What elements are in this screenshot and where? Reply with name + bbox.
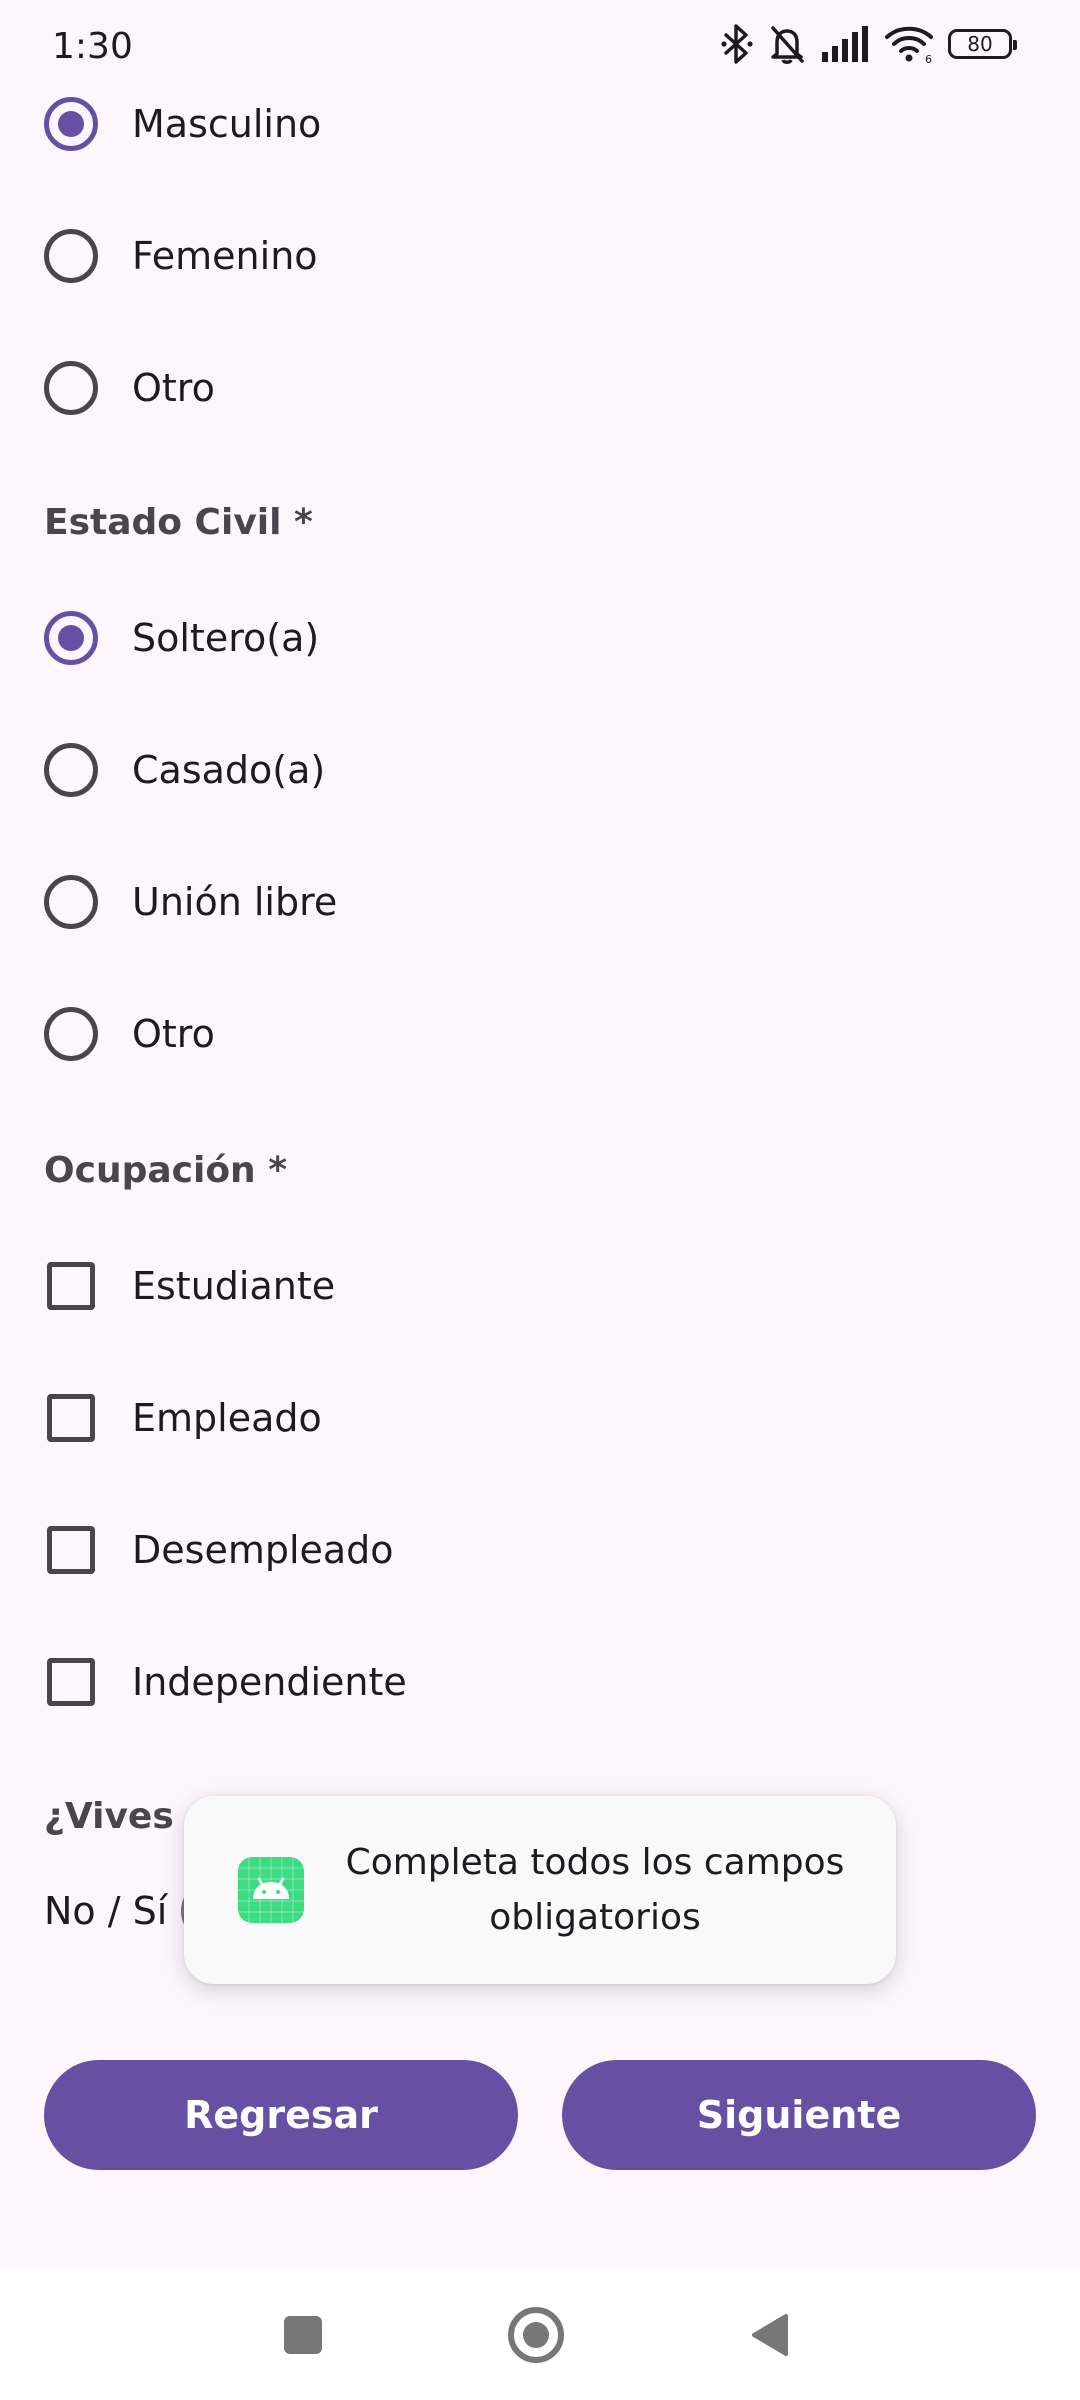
radio-option-soltero[interactable]: Soltero(a) <box>44 588 319 688</box>
option-label: Independiente <box>132 1660 407 1704</box>
toast-message: Completa todos los campos obligatorios <box>345 1842 845 1938</box>
signal-icon <box>820 24 870 64</box>
radio-option-casado[interactable]: Casado(a) <box>44 720 325 820</box>
option-label: Unión libre <box>132 880 338 924</box>
option-label: Otro <box>132 1012 215 1056</box>
radio-option-femenino[interactable]: Femenino <box>44 206 318 306</box>
battery-level: 80 <box>967 32 993 56</box>
toast: Completa todos los campos obligatorios <box>184 1796 896 1984</box>
status-icons: 6 80 <box>720 24 1017 64</box>
switch-label: No / Sí <box>44 1889 168 1933</box>
checkbox-option-empleado[interactable]: Empleado <box>44 1368 322 1468</box>
option-label: Casado(a) <box>132 748 326 792</box>
android-app-icon <box>238 1857 304 1923</box>
option-label: Estudiante <box>132 1264 336 1308</box>
radio-option-otro-genero[interactable]: Otro <box>44 338 215 438</box>
radio-button[interactable] <box>44 875 98 929</box>
radio-button[interactable] <box>44 743 98 797</box>
section-title-estado-civil: Estado Civil * <box>44 502 313 543</box>
option-label: Soltero(a) <box>132 616 320 660</box>
radio-option-union-libre[interactable]: Unión libre <box>44 852 337 952</box>
option-label: Otro <box>132 366 215 410</box>
wifi-icon: 6 <box>884 24 934 64</box>
checkbox[interactable] <box>47 1394 95 1442</box>
checkbox[interactable] <box>47 1658 95 1706</box>
back-icon[interactable] <box>748 2312 790 2362</box>
option-label: Empleado <box>132 1396 322 1440</box>
section-title-ocupacion: Ocupación * <box>44 1150 288 1191</box>
home-icon[interactable] <box>508 2307 564 2363</box>
radio-button[interactable] <box>44 229 98 283</box>
checkbox[interactable] <box>47 1526 95 1574</box>
checkbox-option-independiente[interactable]: Independiente <box>44 1632 407 1732</box>
svg-text:6: 6 <box>925 53 932 64</box>
radio-button[interactable] <box>44 97 98 151</box>
bell-off-icon <box>768 24 806 64</box>
navigation-bar <box>0 2270 1080 2400</box>
bluetooth-icon <box>720 24 754 64</box>
radio-button[interactable] <box>44 361 98 415</box>
checkbox[interactable] <box>47 1262 95 1310</box>
recents-icon[interactable] <box>284 2316 322 2354</box>
checkbox-option-desempleado[interactable]: Desempleado <box>44 1500 394 1600</box>
option-label: Femenino <box>132 234 318 278</box>
checkbox-option-estudiante[interactable]: Estudiante <box>44 1236 335 1336</box>
status-bar: 1:30 6 80 <box>0 0 1080 100</box>
battery-icon: 80 <box>948 29 1017 59</box>
next-button[interactable]: Siguiente <box>562 2060 1036 2170</box>
radio-button[interactable] <box>44 611 98 665</box>
radio-option-otro-estado[interactable]: Otro <box>44 984 215 1084</box>
back-button[interactable]: Regresar <box>44 2060 518 2170</box>
option-label: Desempleado <box>132 1528 394 1572</box>
radio-button[interactable] <box>44 1007 98 1061</box>
status-time: 1:30 <box>52 26 133 67</box>
option-label: Masculino <box>132 102 322 146</box>
